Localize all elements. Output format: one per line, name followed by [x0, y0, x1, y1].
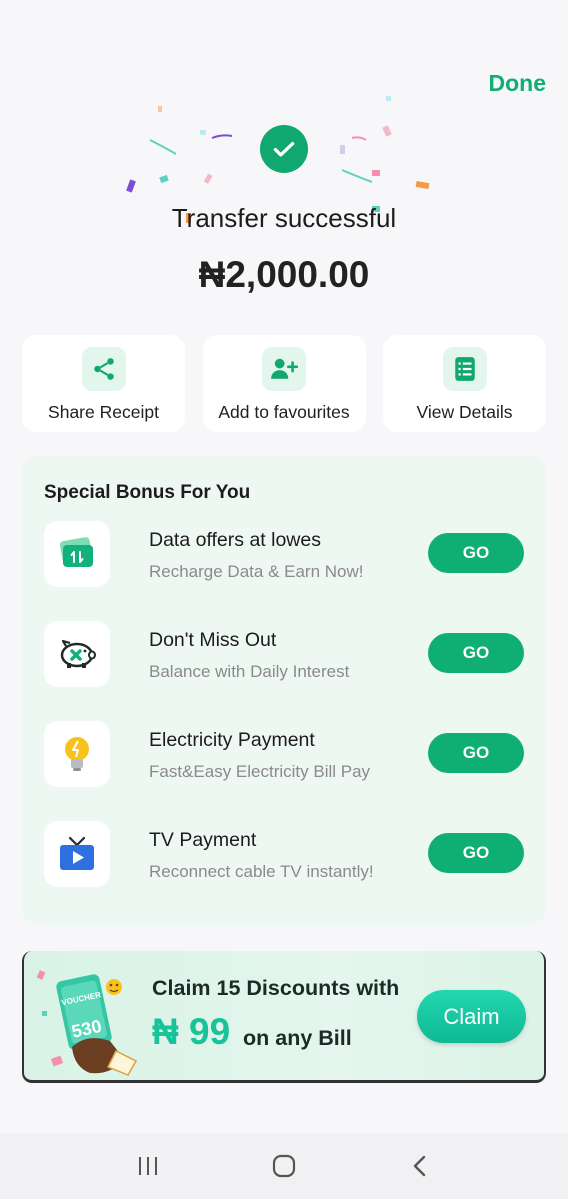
discount-promo-banner[interactable]: VOUCHER 530 Claim 15 Discounts with ₦ 99… [22, 951, 546, 1083]
success-check-icon [260, 125, 308, 173]
view-details-button[interactable]: View Details [383, 335, 546, 432]
action-row: Share Receipt Add to favourites View Det… [22, 335, 546, 432]
transfer-status-title: Transfer successful [171, 203, 397, 233]
bonus-section-title: Special Bonus For You [44, 482, 251, 503]
bonus-item-data[interactable]: Data offers at lowes Recharge Data & Ear… [44, 521, 524, 589]
light-bulb-icon [44, 721, 110, 787]
home-icon[interactable] [264, 1146, 304, 1186]
special-bonus-panel: Special Bonus For You Data offers at low… [22, 455, 546, 925]
share-icon [81, 347, 126, 391]
share-receipt-button[interactable]: Share Receipt [22, 335, 185, 432]
go-button-electricity[interactable]: GO [428, 733, 524, 773]
add-user-icon [262, 347, 306, 391]
document-list-icon [442, 347, 487, 391]
banner-headline: Claim 15 Discounts with [152, 976, 400, 1000]
bonus-item-title: Data offers at lowes [149, 529, 321, 551]
transfer-amount: ₦2,000.00 [198, 254, 370, 295]
bonus-item-title: Don't Miss Out [149, 629, 277, 651]
done-button[interactable]: Done [489, 70, 547, 97]
bonus-item-tv[interactable]: TV Payment Reconnect cable TV instantly!… [44, 821, 524, 889]
go-button-savings[interactable]: GO [428, 633, 524, 673]
bonus-item-subtitle: Balance with Daily Interest [149, 662, 350, 681]
bonus-item-subtitle: Reconnect cable TV instantly! [149, 862, 374, 881]
go-button-tv[interactable]: GO [428, 833, 524, 873]
bonus-item-subtitle: Fast&Easy Electricity Bill Pay [149, 762, 371, 781]
bonus-item-title: TV Payment [149, 829, 257, 851]
add-to-favourites-button[interactable]: Add to favourites [202, 335, 366, 432]
bonus-item-title: Electricity Payment [149, 729, 315, 751]
banner-subline: on any Bill [243, 1026, 352, 1050]
recent-apps-icon[interactable] [128, 1146, 168, 1186]
bonus-item-savings[interactable]: Don't Miss Out Balance with Daily Intere… [44, 621, 524, 689]
data-card-icon [44, 521, 110, 587]
system-navigation-bar [0, 1133, 568, 1199]
go-button-data[interactable]: GO [428, 533, 524, 573]
back-icon[interactable] [400, 1146, 440, 1186]
bonus-item-subtitle: Recharge Data & Earn Now! [149, 562, 364, 581]
voucher-illustration: VOUCHER 530 [36, 970, 138, 1076]
share-receipt-label: Share Receipt [48, 402, 159, 422]
view-details-label: View Details [416, 402, 513, 422]
tv-icon [44, 821, 110, 887]
bonus-item-electricity[interactable]: Electricity Payment Fast&Easy Electricit… [44, 721, 524, 789]
claim-button[interactable]: Claim [417, 990, 526, 1043]
piggy-bank-icon [44, 621, 110, 687]
add-to-favourites-label: Add to favourites [218, 402, 350, 422]
banner-price: ₦ 99 [152, 1011, 231, 1052]
